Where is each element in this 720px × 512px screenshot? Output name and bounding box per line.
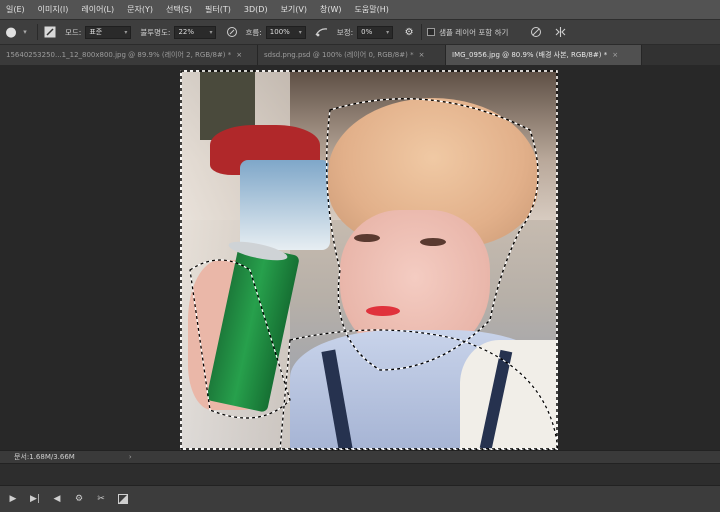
menu-window[interactable]: 창(W) (314, 4, 349, 15)
tab-label: IMG_0956.jpg @ 80.9% (배경 사본, RGB/8#) * (452, 51, 608, 59)
flow-group: 흐름: 100% ▾ (245, 25, 306, 39)
pressure-size-icon[interactable] (529, 25, 543, 39)
mode-value: 표준 (89, 28, 103, 36)
timeline-track-area (0, 463, 720, 485)
tab-document-3[interactable]: IMG_0956.jpg @ 80.9% (배경 사본, RGB/8#) * × (446, 45, 642, 65)
tab-label: 15640253250...1_12_800x800.jpg @ 89.9% (… (6, 51, 232, 59)
timeline-controls: ▶ ▶| ◀ ⚙ ✂ (0, 485, 720, 512)
audio-icon[interactable]: ◀ (46, 488, 68, 510)
scissors-icon[interactable]: ✂ (90, 488, 112, 510)
flow-field[interactable]: 100% ▾ (265, 25, 306, 39)
close-icon[interactable]: × (419, 51, 425, 59)
mode-label: 모드: (65, 27, 82, 37)
smoothing-field[interactable]: 0% ▾ (357, 25, 394, 39)
close-icon[interactable]: × (236, 51, 242, 59)
sample-group: 샘플 레이어 포함 하기 (427, 27, 512, 38)
options-bar: ● ▾ 모드: 표준 ▾ 불투명도: 22% ▾ 흐름: 100% ▾ 보정: 0% ▾… (0, 19, 720, 45)
menu-filter[interactable]: 필터(T) (199, 4, 238, 15)
chevron-down-icon: ▾ (386, 28, 390, 36)
chevron-down-icon: ▾ (298, 28, 302, 36)
separator (421, 24, 423, 40)
menu-help[interactable]: 도움말(H) (349, 4, 396, 15)
menu-image[interactable]: 이미지(I) (32, 4, 76, 15)
brush-icon[interactable] (43, 25, 57, 39)
next-frame-icon[interactable]: ▶| (24, 488, 46, 510)
chevron-down-icon: ▾ (209, 28, 213, 36)
opacity-label: 불투명도: (140, 27, 171, 37)
tab-document-2[interactable]: sdsd.png.psd @ 100% (레이어 0, RGB/8#) * × (258, 45, 446, 65)
opacity-group: 불투명도: 22% ▾ (140, 25, 217, 39)
chevron-down-icon: ▾ (124, 28, 128, 36)
menu-view[interactable]: 보기(V) (275, 4, 314, 15)
separator (37, 24, 38, 40)
smoothing-group: 보정: 0% ▾ (336, 25, 394, 39)
menu-edit[interactable]: 일(E) (0, 4, 32, 15)
menu-bar: 일(E) 이미지(I) 레이어(L) 문자(Y) 선택(S) 필터(T) 3D(… (0, 0, 720, 19)
menu-select[interactable]: 선택(S) (160, 4, 199, 15)
selection-outline (180, 70, 558, 450)
canvas-area[interactable] (0, 65, 720, 450)
close-icon[interactable]: × (612, 51, 618, 59)
menu-3d[interactable]: 3D(D) (238, 5, 275, 14)
flow-label: 흐름: (245, 27, 262, 37)
document-canvas[interactable] (180, 70, 558, 450)
mode-select[interactable]: 표준 ▾ (85, 25, 132, 39)
gear-icon[interactable]: ⚙ (68, 488, 90, 510)
gear-icon[interactable]: ⚙ (402, 25, 416, 39)
sample-checkbox[interactable] (427, 28, 436, 36)
pressure-opacity-icon[interactable] (225, 25, 239, 39)
chevron-right-icon[interactable]: › (129, 453, 132, 461)
play-icon[interactable]: ▶ (2, 488, 24, 510)
document-size: 문서:1.68M/3.66M (14, 453, 75, 461)
tab-label: sdsd.png.psd @ 100% (레이어 0, RGB/8#) * (264, 51, 414, 59)
chevron-down-icon[interactable]: ▾ (18, 25, 32, 39)
brush-preset-icon[interactable]: ● (4, 25, 18, 40)
tab-document-1[interactable]: 15640253250...1_12_800x800.jpg @ 89.9% (… (0, 45, 258, 65)
status-bar: 문서:1.68M/3.66M › (0, 450, 720, 463)
transition-icon[interactable] (112, 488, 134, 510)
mode-group: 모드: 표준 ▾ (65, 25, 132, 39)
airbrush-icon[interactable] (315, 25, 329, 39)
flow-value: 100% (269, 28, 290, 36)
opacity-field[interactable]: 22% ▾ (174, 25, 217, 39)
symmetry-icon[interactable] (553, 25, 567, 39)
document-tab-bar: 15640253250...1_12_800x800.jpg @ 89.9% (… (0, 45, 720, 65)
sample-label: 샘플 레이어 포함 하기 (439, 27, 509, 37)
smoothing-value: 0% (361, 28, 373, 36)
menu-layer[interactable]: 레이어(L) (75, 4, 121, 15)
smoothing-label: 보정: (336, 27, 354, 37)
menu-type[interactable]: 문자(Y) (121, 4, 160, 15)
opacity-value: 22% (178, 28, 195, 36)
